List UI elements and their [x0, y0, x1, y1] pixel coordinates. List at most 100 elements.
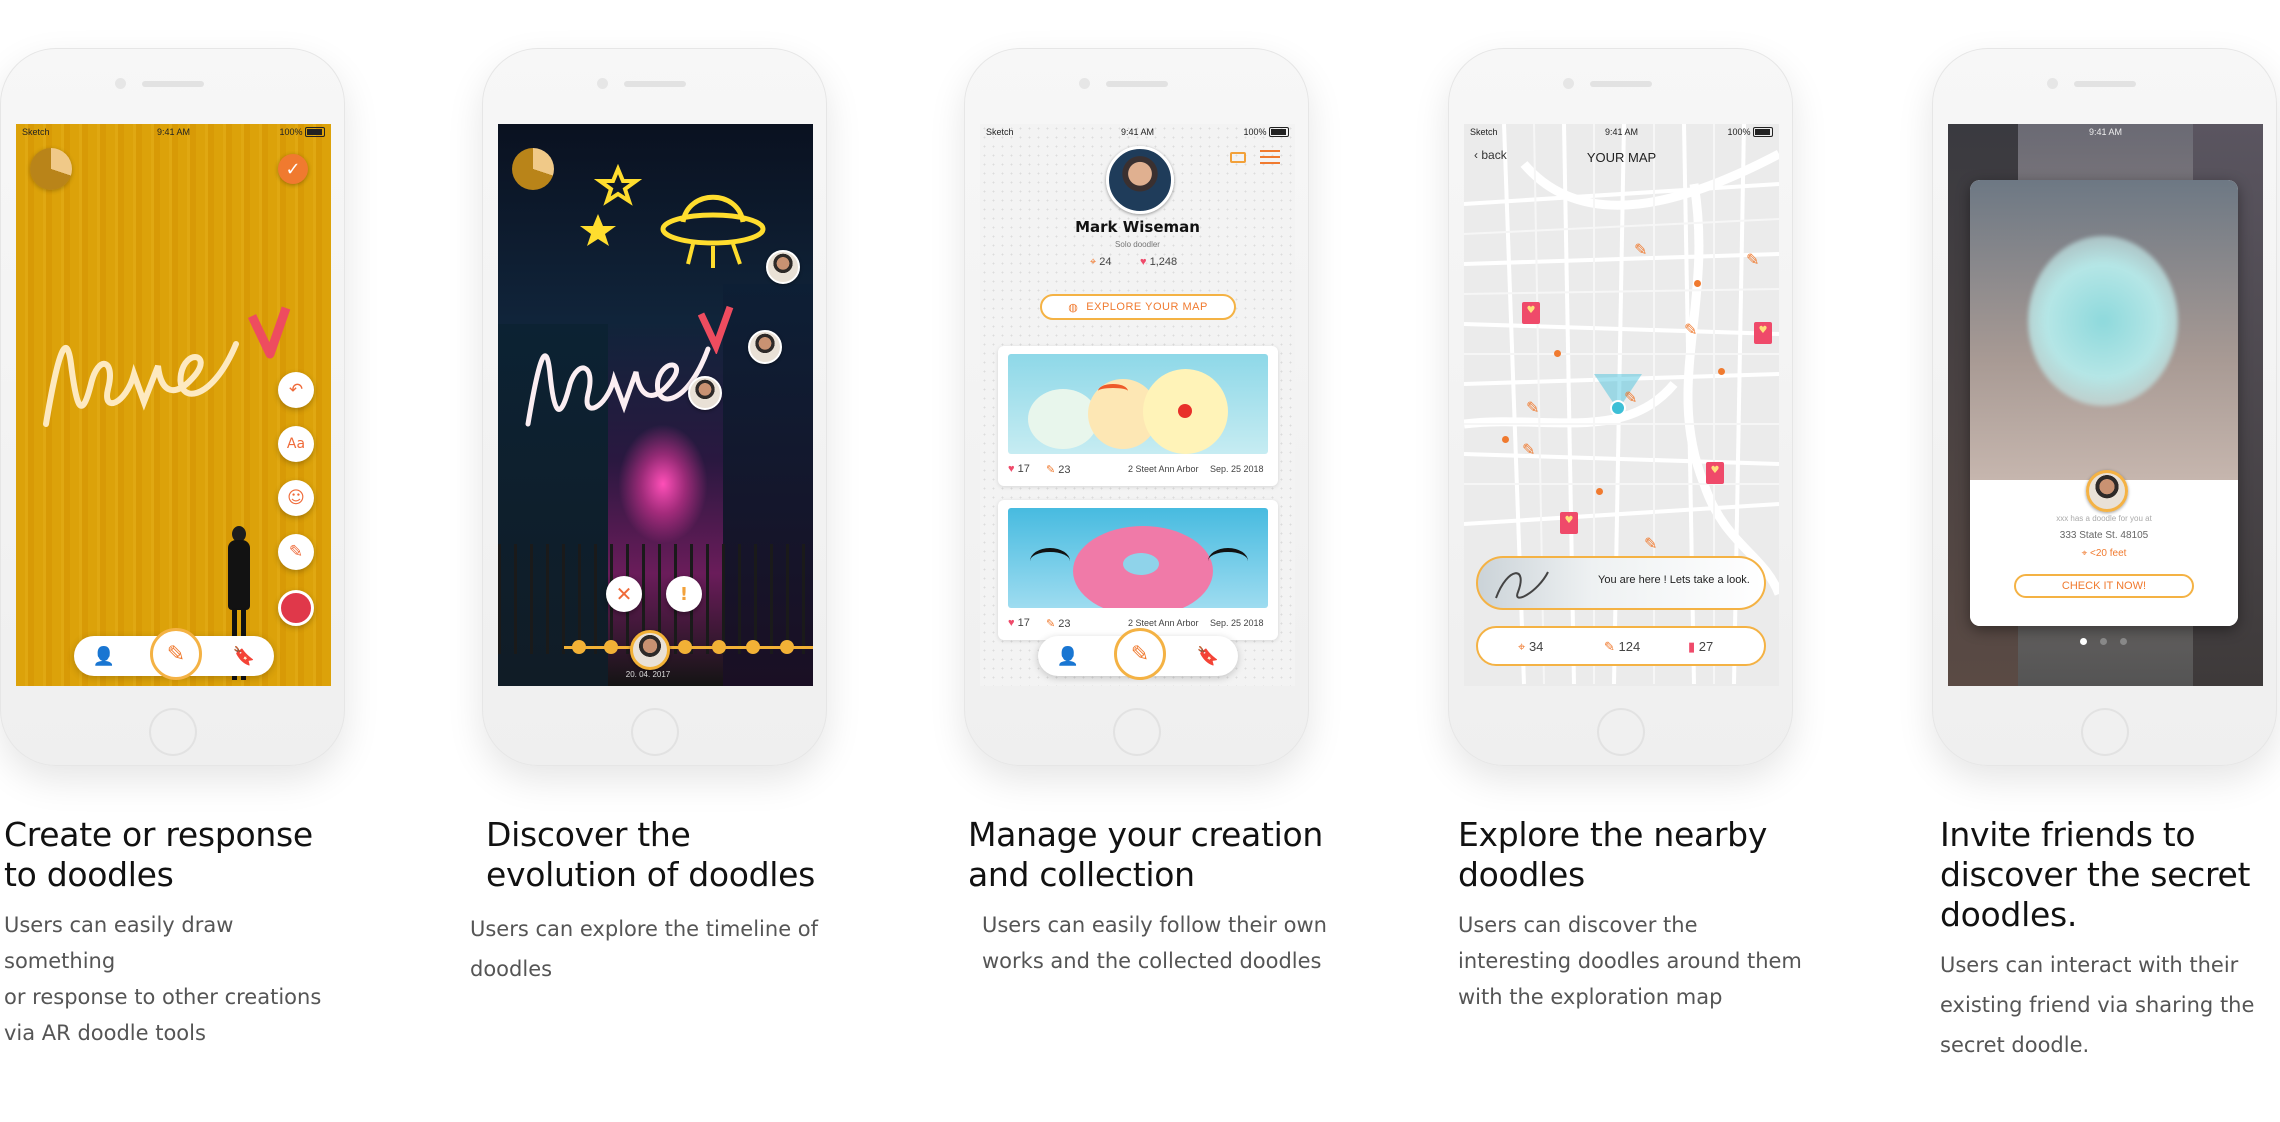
profile-name: Mark Wiseman	[1075, 218, 1200, 236]
pencil-marker-icon[interactable]: ✎	[1644, 534, 1657, 553]
globe-icon: ◍	[1068, 301, 1079, 314]
confirm-check-button[interactable]: ✓	[278, 154, 308, 184]
here-popup[interactable]: You are here ! Lets take a look.	[1476, 556, 1766, 610]
emoji-tool-button[interactable]: ☺	[278, 480, 314, 516]
undo-icon: ↶	[288, 380, 304, 400]
caption-discover: Discover the evolution of doodles Users …	[470, 815, 830, 989]
home-button	[2080, 708, 2129, 756]
pencil-icon: ✎	[1046, 464, 1056, 476]
timeline-dot[interactable]	[678, 640, 692, 654]
bookmark-marker-icon[interactable]: ♥	[1754, 322, 1772, 344]
settings-sliders-icon[interactable]	[1260, 150, 1280, 166]
brush-tool-button[interactable]: ✎	[278, 534, 314, 570]
caption-line: Users can explore the timeline of	[470, 917, 819, 941]
caption-line: doodles	[470, 957, 553, 981]
user-avatar[interactable]	[748, 330, 782, 364]
location-count: ⌖ 24	[1090, 256, 1112, 269]
camera	[597, 78, 608, 89]
invite-distance: ⌖ <20 feet	[1970, 548, 2238, 559]
card-date: Sep. 25 2018	[1210, 618, 1264, 628]
pencil-marker-icon[interactable]: ✎	[1684, 320, 1697, 339]
doodles-stat[interactable]: ✎ 124	[1604, 639, 1640, 655]
clock: 9:41 AM	[1604, 127, 1639, 137]
poi-dot[interactable]	[1718, 368, 1725, 375]
page-dot[interactable]	[2100, 638, 2107, 645]
timeline-dot[interactable]	[746, 640, 760, 654]
poi-dot[interactable]	[1502, 436, 1509, 443]
heart-icon: ♥	[1008, 463, 1015, 475]
undo-button[interactable]: ↶	[278, 372, 314, 408]
bookmark-marker-icon[interactable]: ♥	[1560, 512, 1578, 534]
text-tool-button[interactable]: Aa	[278, 426, 314, 462]
speaker	[141, 81, 204, 87]
bookmark-marker-icon[interactable]: ♥	[1706, 462, 1724, 484]
draw-button[interactable]: ✎	[150, 628, 202, 680]
progress-pie-icon[interactable]	[512, 148, 554, 190]
battery-percent: 100%	[1243, 126, 1267, 137]
mail-icon[interactable]	[1230, 152, 1246, 163]
pencil-icon: ✎	[1604, 639, 1615, 654]
profile-tab-button[interactable]: 👤	[90, 642, 118, 670]
progress-pie-icon[interactable]	[30, 148, 72, 190]
pencil-marker-icon[interactable]: ✎	[1624, 388, 1637, 407]
battery-percent: 100%	[1727, 126, 1751, 137]
bookmarks-stat[interactable]: ▮ 27	[1688, 639, 1713, 655]
report-button[interactable]: !	[666, 576, 702, 612]
doodle-card[interactable]: ♥ 17 ✎ 23 2 Steet Ann Arbor Sep. 25 2018	[998, 346, 1278, 486]
map-stats-bar: ⌖ 34 ✎ 124 ▮ 27	[1476, 626, 1766, 666]
caption-explore: Explore the nearby doodles Users can dis…	[1458, 815, 1818, 1015]
speaker	[1589, 81, 1652, 87]
page-dot-active[interactable]	[2080, 638, 2087, 645]
card-photo-eggs	[1008, 354, 1268, 454]
pencil-marker-icon[interactable]: ✎	[1526, 398, 1539, 417]
timeline-dot[interactable]	[712, 640, 726, 654]
check-it-now-button[interactable]: CHECK IT NOW!	[2014, 574, 2194, 598]
card-doodles-value: 23	[1058, 618, 1071, 630]
card-likes: ♥ 17	[1008, 463, 1030, 475]
screen-invite: 9:41 AM xxx has a doodle for you at 333 …	[1948, 124, 2263, 686]
pencil-marker-icon[interactable]: ✎	[1634, 240, 1647, 259]
pencil-marker-icon[interactable]: ✎	[1522, 440, 1535, 459]
user-icon: 👤	[1056, 645, 1080, 667]
profile-tab-button[interactable]: 👤	[1054, 642, 1082, 670]
camera	[2047, 78, 2058, 89]
screen-discover: love ✕ ! 20. 04. 2017	[498, 124, 813, 686]
explore-map-button[interactable]: ◍ EXPLORE YOUR MAP	[1040, 294, 1236, 320]
caption-title: Explore the nearby doodles	[1458, 815, 1768, 894]
dismiss-button[interactable]: ✕	[606, 576, 642, 612]
caption-body: Users can easily draw something or respo…	[4, 907, 344, 1051]
pencil-marker-icon[interactable]: ✎	[1746, 250, 1759, 269]
user-avatar[interactable]	[688, 376, 722, 410]
timeline-dot[interactable]	[780, 640, 794, 654]
speaker	[2073, 81, 2136, 87]
profile-avatar[interactable]	[1106, 146, 1174, 214]
color-picker-button[interactable]	[278, 590, 314, 626]
sender-avatar[interactable]	[2086, 470, 2128, 512]
page-dot[interactable]	[2120, 638, 2127, 645]
bookmark-marker-icon[interactable]: ♥	[1522, 302, 1540, 324]
star-ufo-doodles	[580, 164, 766, 268]
timeline-dot[interactable]	[572, 640, 586, 654]
clock: 9:41 AM	[156, 127, 191, 137]
location-count-value: 24	[1099, 256, 1112, 268]
user-avatar[interactable]	[766, 250, 800, 284]
draw-button[interactable]: ✎	[1114, 628, 1166, 680]
bookmark-tab-button[interactable]: 🔖	[230, 642, 258, 670]
camera	[115, 78, 126, 89]
poi-dot[interactable]	[1596, 488, 1603, 495]
doodle-card[interactable]: ♥ 17 ✎ 23 2 Steet Ann Arbor Sep. 25 2018	[998, 500, 1278, 640]
timeline-current-avatar[interactable]	[630, 630, 670, 670]
caption-line: works and the collected doodles	[982, 949, 1322, 973]
card-doodles-value: 23	[1058, 464, 1071, 476]
bottom-toolbar: 👤 ✎ 🔖	[74, 628, 274, 680]
bottom-toolbar: 👤 ✎ 🔖	[1038, 628, 1238, 680]
poi-dot[interactable]	[1554, 350, 1561, 357]
home-button	[148, 708, 197, 756]
timeline-dot[interactable]	[604, 640, 618, 654]
places-stat[interactable]: ⌖ 34	[1518, 639, 1543, 655]
screen-map: Sketch 9:41 AM 100% ‹ back YOUR MAP ✎ ✎ …	[1464, 124, 1779, 686]
bookmark-tab-button[interactable]: 🔖	[1194, 642, 1222, 670]
invite-distance-value: <20 feet	[2090, 548, 2127, 559]
poi-dot[interactable]	[1694, 280, 1701, 287]
caption-invite: Invite friends to discover the secret do…	[1940, 815, 2270, 1065]
